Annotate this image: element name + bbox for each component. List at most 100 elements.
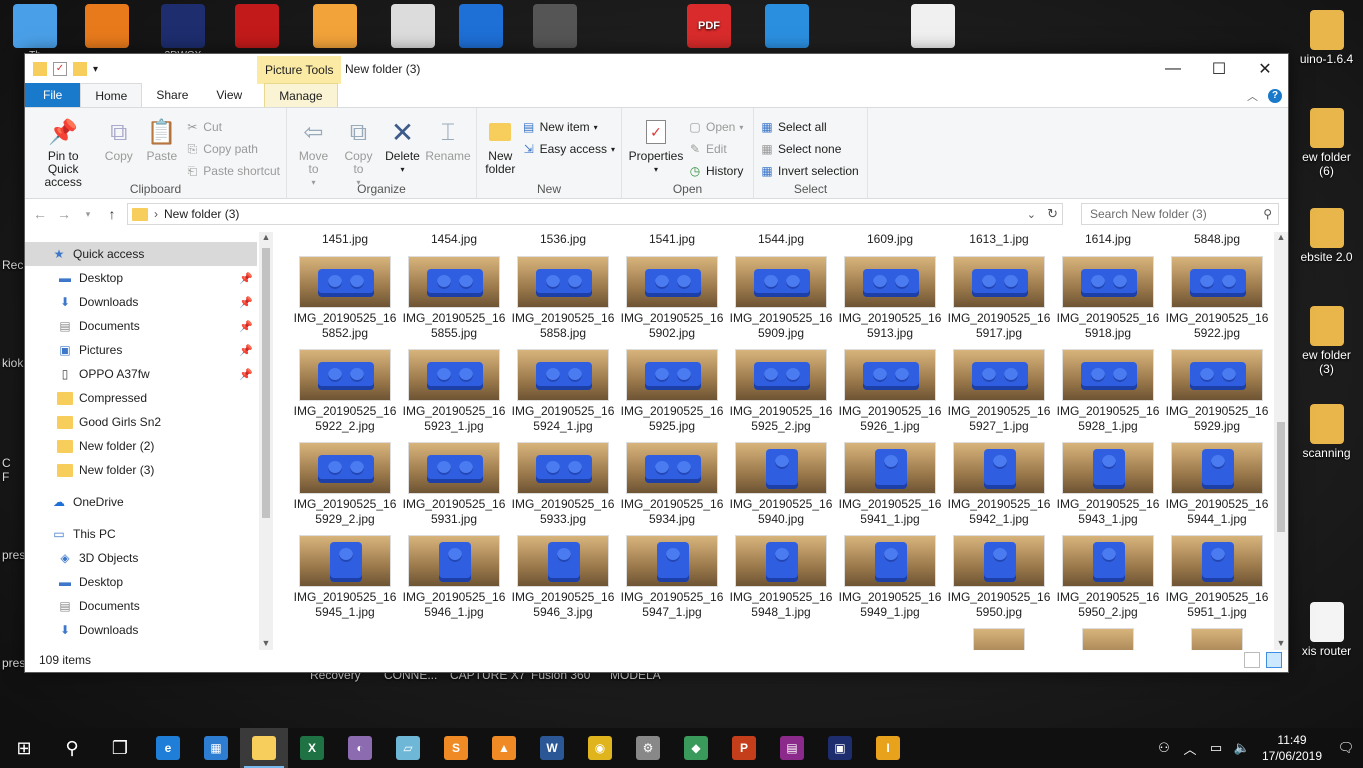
desktop-right-icon-3[interactable]: ew folder (3) (1290, 306, 1363, 376)
maximize-icon[interactable]: ☐ (1196, 54, 1242, 84)
taskbar-word-button[interactable]: W (528, 728, 576, 768)
nav-item-onedrive[interactable]: ☁ OneDrive (25, 490, 257, 514)
forward-arrow-icon[interactable]: → (55, 206, 73, 222)
tab-manage[interactable]: Manage (264, 83, 338, 107)
nav-item-downloads[interactable]: ⬇ Downloads 📌 (25, 290, 257, 314)
taskbar-chrome-button[interactable]: ◉ (576, 728, 624, 768)
file-item[interactable]: IMG_20190525_16 5855.jpg (402, 256, 506, 341)
easy-access-button[interactable]: ⇲ Easy access ▾ (522, 140, 615, 158)
file-item[interactable]: 1451.jpg (293, 232, 397, 250)
file-item[interactable]: 1609.jpg (838, 232, 942, 250)
desktop-left-label[interactable]: kiok (2, 356, 23, 370)
nav-item-desktop[interactable]: ▬ Desktop (25, 570, 257, 594)
people-icon[interactable]: ⚇ (1151, 740, 1177, 756)
folder-icon[interactable] (33, 62, 47, 76)
file-item[interactable]: IMG_20190525_16 5949_1.jpg (838, 535, 942, 620)
refresh-icon[interactable]: ↻ (1047, 206, 1058, 222)
search-box[interactable]: Search New folder (3) ⚲ (1081, 203, 1279, 225)
content-scroll-thumb[interactable] (1277, 422, 1285, 532)
action-center-icon[interactable]: 🗨 (1329, 740, 1363, 756)
taskbar-task-view-button[interactable]: ❐ (96, 728, 144, 768)
taskbar-search-button[interactable]: ⚲ (48, 728, 96, 768)
file-item[interactable]: IMG_20190525_16 5923_1.jpg (402, 349, 506, 434)
taskbar-sublime-button[interactable]: S (432, 728, 480, 768)
file-item[interactable]: IMG_20190525_16 5940.jpg (729, 442, 833, 527)
taskbar-start-button[interactable]: ⊞ (0, 728, 48, 768)
desktop-icon-8[interactable]: PDF (674, 4, 744, 50)
desktop-icon-4[interactable] (300, 4, 370, 50)
file-item[interactable]: IMG_20190525_16 5858.jpg (511, 256, 615, 341)
file-item[interactable]: IMG_20190525_16 5946_1.jpg (402, 535, 506, 620)
desktop-right-icon-2[interactable]: ebsite 2.0 (1290, 208, 1363, 264)
volume-muted-icon[interactable]: 🔈 (1229, 740, 1255, 756)
taskbar-vlc-button[interactable]: ▲ (480, 728, 528, 768)
nav-item-3d-objects[interactable]: ◈ 3D Objects (25, 546, 257, 570)
file-item[interactable]: IMG_20190525_16 5902.jpg (620, 256, 724, 341)
file-item[interactable]: IMG_20190525_16 5951_1.jpg (1165, 535, 1269, 620)
minimize-icon[interactable]: — (1150, 54, 1196, 84)
nav-item-documents[interactable]: ▤ Documents 📌 (25, 314, 257, 338)
file-item[interactable]: IMG_20190525_16 5929_2.jpg (293, 442, 397, 527)
file-item[interactable]: IMG_20190525_16 5933.jpg (511, 442, 615, 527)
tab-file[interactable]: File (25, 83, 81, 107)
close-icon[interactable]: ✕ (1242, 54, 1288, 84)
file-item[interactable]: 5848.jpg (1165, 232, 1269, 250)
collapse-ribbon-icon[interactable]: ︿ (1247, 88, 1258, 104)
cut-button[interactable]: ✂ Cut (185, 118, 280, 136)
file-item[interactable]: IMG_20190525_16 5946_3.jpg (511, 535, 615, 620)
large-icons-view-icon[interactable] (1266, 652, 1282, 668)
taskbar-store-button[interactable]: ▦ (192, 728, 240, 768)
desktop-right-icon-4[interactable]: scanning (1290, 404, 1363, 460)
file-item[interactable]: IMG_20190525_16 5926_1.jpg (838, 349, 942, 434)
new-item-button[interactable]: ▤ New item ▾ (522, 118, 615, 136)
help-icon[interactable]: ? (1268, 89, 1282, 103)
nav-item-desktop[interactable]: ▬ Desktop 📌 (25, 266, 257, 290)
file-item[interactable]: IMG_20190525_16 5943_1.jpg (1056, 442, 1160, 527)
file-item[interactable] (1165, 628, 1269, 650)
details-view-icon[interactable] (1244, 652, 1260, 668)
nav-item-quick-access[interactable]: ★ Quick access (25, 242, 257, 266)
file-item[interactable]: IMG_20190525_16 5942_1.jpg (947, 442, 1051, 527)
file-item[interactable]: IMG_20190525_16 5924_1.jpg (511, 349, 615, 434)
nav-item-compressed[interactable]: Compressed (25, 386, 257, 410)
scroll-up-icon[interactable]: ▲ (1274, 232, 1288, 242)
desktop-right-icon-5[interactable]: xis router (1290, 602, 1363, 658)
nav-item-new-folder-3-[interactable]: New folder (3) (25, 458, 257, 482)
nav-item-documents[interactable]: ▤ Documents (25, 594, 257, 618)
edit-button[interactable]: ✎ Edit (688, 140, 743, 158)
file-item[interactable]: IMG_20190525_16 5852.jpg (293, 256, 397, 341)
file-item[interactable] (947, 628, 1051, 650)
tab-view[interactable]: View (202, 83, 256, 107)
select-none-button[interactable]: ▦ Select none (760, 140, 859, 158)
file-item[interactable]: IMG_20190525_16 5947_1.jpg (620, 535, 724, 620)
back-arrow-icon[interactable]: ← (31, 206, 49, 222)
taskbar-notepad-button[interactable]: ▱ (384, 728, 432, 768)
desktop-left-label[interactable]: C F (2, 456, 11, 484)
history-button[interactable]: ◷ History (688, 162, 744, 180)
nav-item-this-pc[interactable]: ▭ This PC (25, 522, 257, 546)
file-item[interactable]: 1544.jpg (729, 232, 833, 250)
desktop-icon-1[interactable] (72, 4, 142, 50)
file-item[interactable]: IMG_20190525_16 5950.jpg (947, 535, 1051, 620)
file-item[interactable]: 1614.jpg (1056, 232, 1160, 250)
nav-item-oppo-a37fw[interactable]: ▯ OPPO A37fw 📌 (25, 362, 257, 386)
desktop-icon-10[interactable] (898, 4, 968, 50)
file-item[interactable]: IMG_20190525_16 5929.jpg (1165, 349, 1269, 434)
recent-locations-icon[interactable]: ▾ (79, 209, 97, 220)
nav-item-pictures[interactable]: ▣ Pictures 📌 (25, 338, 257, 362)
desktop-right-icon-0[interactable]: uino-1.6.4 (1290, 10, 1363, 66)
nav-item-new-folder-2-[interactable]: New folder (2) (25, 434, 257, 458)
nav-item-downloads[interactable]: ⬇ Downloads (25, 618, 257, 642)
open-button[interactable]: ▢ Open ▾ (688, 118, 743, 136)
file-item[interactable] (1056, 628, 1160, 650)
invert-selection-button[interactable]: ▦ Invert selection (760, 162, 858, 180)
desktop-right-icon-1[interactable]: ew folder (6) (1290, 108, 1363, 178)
show-hidden-icons-icon[interactable]: ︿ (1177, 739, 1203, 758)
taskbar-powerpoint-button[interactable]: P (720, 728, 768, 768)
file-item[interactable]: IMG_20190525_16 5918.jpg (1056, 256, 1160, 341)
desktop-icon-3[interactable] (222, 4, 292, 50)
desktop-icon-7[interactable] (520, 4, 590, 50)
desktop-icon-5[interactable] (378, 4, 448, 50)
select-all-button[interactable]: ▦ Select all (760, 118, 859, 136)
tab-share[interactable]: Share (142, 83, 202, 107)
